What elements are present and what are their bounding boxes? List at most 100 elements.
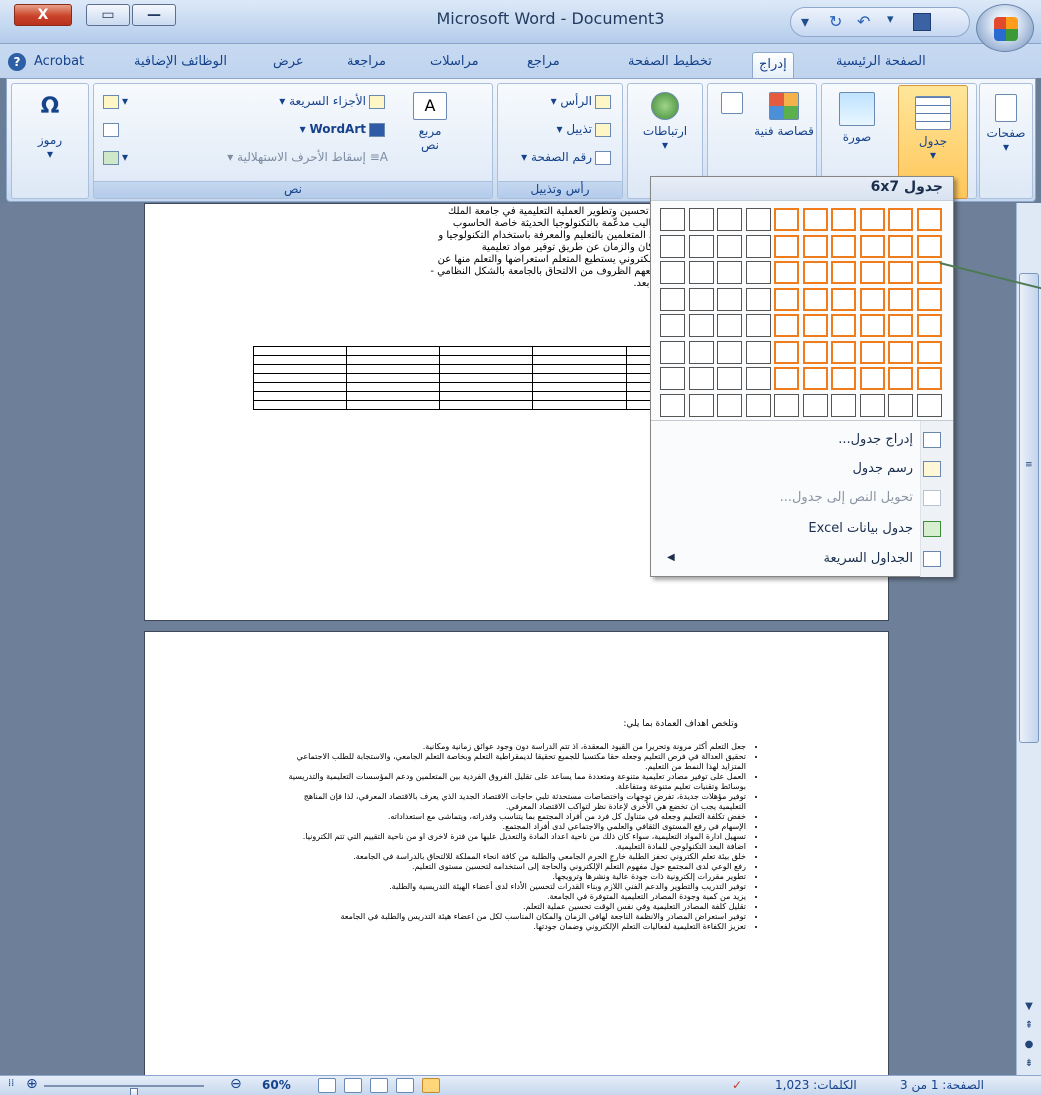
table-grid-cell[interactable]: [688, 234, 714, 258]
table-grid-cell[interactable]: [916, 208, 942, 231]
scrollbar-thumb[interactable]: ≡: [1019, 273, 1039, 743]
table-grid-cell[interactable]: [802, 340, 828, 364]
table-grid-cell[interactable]: [660, 393, 685, 417]
zoom-level[interactable]: 60%: [262, 1078, 291, 1092]
table-grid-cell[interactable]: [745, 234, 771, 258]
table-grid-cell[interactable]: [802, 393, 828, 417]
table-grid-cell[interactable]: [745, 367, 771, 390]
browse-object-icon[interactable]: ●: [1020, 1039, 1038, 1055]
table-grid-cell[interactable]: [717, 393, 742, 417]
table-grid-cell[interactable]: [859, 314, 885, 337]
table-grid-cell[interactable]: [688, 314, 714, 337]
table-grid-cell[interactable]: [688, 367, 714, 390]
undo-icon[interactable]: ↶: [857, 12, 870, 31]
page-number-button[interactable]: ▾ رقم الصفحة: [521, 150, 614, 165]
zoom-out-icon[interactable]: ⊖: [230, 1076, 242, 1092]
vertical-scrollbar[interactable]: ≡ ▼ ⇞ ● ⇟: [1016, 203, 1041, 1075]
table-grid-cell[interactable]: [717, 340, 742, 364]
table-grid-cell[interactable]: [859, 208, 885, 231]
links-button[interactable]: ارتباطات ▾: [638, 86, 692, 180]
table-grid-cell[interactable]: [888, 340, 913, 364]
table-grid-cell[interactable]: [916, 287, 942, 311]
datetime-button[interactable]: [100, 122, 122, 137]
convert-text-to-table-item[interactable]: تحويل النص إلى جدول...: [651, 485, 953, 511]
table-grid-cell[interactable]: [660, 367, 685, 390]
table-grid-cell[interactable]: [831, 208, 856, 231]
table-grid-cell[interactable]: [802, 367, 828, 390]
customize-qat-icon[interactable]: ▾: [801, 12, 809, 31]
table-grid-cell[interactable]: [774, 367, 799, 390]
previous-page-icon[interactable]: ⇞: [1020, 1020, 1038, 1036]
table-grid-cell[interactable]: [660, 208, 685, 231]
tab-page-layout[interactable]: تخطيط الصفحة: [628, 54, 712, 69]
proofing-icon[interactable]: ✓: [732, 1078, 742, 1092]
word-count[interactable]: الكلمات: 1,023: [775, 1078, 857, 1092]
table-grid-cell[interactable]: [745, 340, 771, 364]
table-grid-cell[interactable]: [660, 261, 685, 284]
table-grid-cell[interactable]: [859, 393, 885, 417]
table-grid-cell[interactable]: [831, 393, 856, 417]
floppy-icon[interactable]: [913, 13, 931, 31]
table-grid-cell[interactable]: [916, 314, 942, 337]
quick-parts-button[interactable]: ▾ الأجزاء السريعة: [279, 94, 388, 109]
table-grid-cell[interactable]: [774, 261, 799, 284]
textbox-button[interactable]: A مربع نص: [400, 86, 460, 180]
table-grid-cell[interactable]: [916, 340, 942, 364]
zoom-slider[interactable]: [44, 1085, 204, 1095]
table-grid-cell[interactable]: [888, 314, 913, 337]
table-grid-cell[interactable]: [859, 340, 885, 364]
tab-view[interactable]: عرض: [273, 54, 304, 69]
clipart-button[interactable]: قصاصة فنية: [754, 86, 814, 180]
office-button[interactable]: [976, 4, 1034, 52]
table-grid-cell[interactable]: [774, 314, 799, 337]
table-grid-cell[interactable]: [859, 261, 885, 284]
table-grid-cell[interactable]: [717, 287, 742, 311]
table-grid-cell[interactable]: [916, 393, 942, 417]
save-icon[interactable]: ▾: [887, 12, 894, 27]
table-grid-cell[interactable]: [717, 261, 742, 284]
table-grid-cell[interactable]: [802, 261, 828, 284]
page-count[interactable]: الصفحة: 1 من 3: [900, 1078, 984, 1092]
table-grid-cell[interactable]: [717, 314, 742, 337]
tab-insert[interactable]: إدراج: [752, 52, 794, 79]
table-grid-cell[interactable]: [831, 287, 856, 311]
header-button[interactable]: ▾ الرأس: [551, 94, 614, 109]
table-grid-cell[interactable]: [888, 287, 913, 311]
table-grid-cell[interactable]: [660, 314, 685, 337]
table-grid-cell[interactable]: [660, 234, 685, 258]
tab-references[interactable]: مراجع: [527, 54, 560, 69]
web-layout-icon[interactable]: [370, 1078, 388, 1093]
table-grid-cell[interactable]: [688, 208, 714, 231]
tab-home[interactable]: الصفحة الرئيسية: [836, 54, 926, 69]
table-grid-cell[interactable]: [802, 234, 828, 258]
tab-acrobat[interactable]: Acrobat: [34, 54, 84, 69]
table-grid-cell[interactable]: [774, 234, 799, 258]
table-grid-cell[interactable]: [688, 340, 714, 364]
table-grid-cell[interactable]: [802, 287, 828, 311]
excel-spreadsheet-item[interactable]: جدول بيانات Excel: [651, 516, 953, 542]
tab-review[interactable]: مراجعة: [347, 54, 386, 69]
table-grid-cell[interactable]: [916, 367, 942, 390]
table-grid-cell[interactable]: [888, 261, 913, 284]
table-grid-cell[interactable]: [717, 367, 742, 390]
table-grid-cell[interactable]: [831, 261, 856, 284]
table-grid-cell[interactable]: [859, 234, 885, 258]
table-grid-cell[interactable]: [745, 393, 771, 417]
table-grid-cell[interactable]: [717, 234, 742, 258]
redo-icon[interactable]: ↻: [829, 12, 842, 31]
table-grid-cell[interactable]: [831, 234, 856, 258]
table-grid-cell[interactable]: [774, 287, 799, 311]
zoom-in-icon[interactable]: ⊕: [26, 1076, 38, 1092]
table-grid-cell[interactable]: [916, 234, 942, 258]
table-grid-cell[interactable]: [888, 234, 913, 258]
zoom-slider-thumb[interactable]: [130, 1088, 138, 1095]
table-grid-cell[interactable]: [774, 208, 799, 231]
page-2[interactable]: وتلخص اهداف العمادة بما يلي: جعل التعلم …: [144, 631, 889, 1091]
shapes-button[interactable]: [712, 86, 752, 180]
insert-table-item[interactable]: إدراج جدول...: [651, 427, 953, 453]
table-grid-cell[interactable]: [745, 208, 771, 231]
table-grid-cell[interactable]: [660, 287, 685, 311]
table-grid-cell[interactable]: [859, 367, 885, 390]
table-grid-cell[interactable]: [916, 261, 942, 284]
table-grid-cell[interactable]: [802, 208, 828, 231]
